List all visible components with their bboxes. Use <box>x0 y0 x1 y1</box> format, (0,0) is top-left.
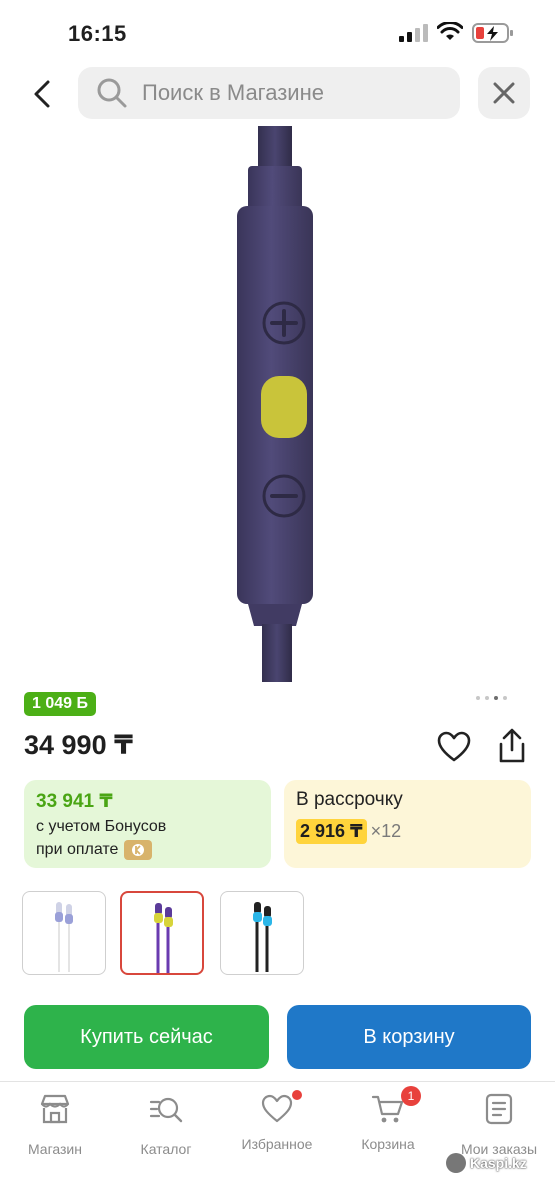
close-icon <box>493 82 515 104</box>
orders-icon <box>485 1093 513 1125</box>
tab-orders[interactable]: Мои заказы <box>444 1092 554 1157</box>
tab-label: Корзина <box>361 1136 415 1152</box>
buy-now-button[interactable]: Купить сейчас <box>24 1005 269 1069</box>
tab-label: Магазин <box>27 1141 82 1157</box>
variant-thumb-white[interactable] <box>22 891 106 975</box>
search-placeholder: Поиск в Магазине <box>142 80 324 105</box>
installment-row: 2 916 ₸ ×12 <box>296 819 519 844</box>
bonus-badge: 1 049 Б <box>24 692 96 716</box>
search-icon <box>97 78 127 108</box>
earphones-purple-image <box>154 903 173 973</box>
cart-count-badge: 1 <box>401 1086 421 1106</box>
battery-low-icon <box>472 23 513 43</box>
bonus-price-amount: 33 941 ₸ <box>36 791 113 812</box>
chevron-left-icon <box>34 80 50 108</box>
bottom-tab-bar: Магазин Каталог Избранное 1 Корзина Мои … <box>0 1081 555 1200</box>
bonus-price-line2: при оплате <box>36 841 119 858</box>
variant-thumb-purple[interactable] <box>120 891 204 975</box>
favorite-heart-icon[interactable] <box>437 730 471 764</box>
watermark-text: Kaspi.kz <box>470 1155 527 1171</box>
tab-cart[interactable]: 1 Корзина <box>333 1086 443 1152</box>
gallery-dot-active <box>494 696 498 700</box>
tab-store[interactable]: Магазин <box>0 1092 110 1157</box>
add-to-cart-button[interactable]: В корзину <box>287 1005 531 1069</box>
kaspi-logo-icon <box>124 840 153 860</box>
gallery-dot <box>476 696 480 700</box>
heart-icon <box>261 1094 293 1123</box>
tab-label: Каталог <box>140 1141 192 1157</box>
installment-title: В рассрочку <box>296 789 403 810</box>
installment-multiplier: ×12 <box>370 821 402 841</box>
close-button[interactable] <box>478 67 530 119</box>
search-input[interactable]: Поиск в Магазине <box>78 67 460 119</box>
bonus-price-line2-row: при оплате <box>36 840 259 860</box>
cart-icon-wrap: 1 <box>371 1086 421 1126</box>
share-icon[interactable] <box>495 728 529 764</box>
wifi-icon <box>437 22 463 40</box>
bonus-price-line1: с учетом Бонусов <box>36 818 167 835</box>
tab-catalog[interactable]: Каталог <box>111 1092 221 1157</box>
gallery-dot <box>503 696 507 700</box>
catalog-search-icon <box>149 1097 183 1123</box>
earphones-blue-image <box>253 902 272 972</box>
tab-favorites[interactable]: Избранное <box>222 1090 332 1152</box>
variant-thumb-blue[interactable] <box>220 891 304 975</box>
kaspi-watermark-logo-icon <box>446 1153 466 1173</box>
status-bar: 16:15 <box>0 0 555 62</box>
gallery-dots <box>476 696 507 700</box>
bonus-price-card[interactable]: 33 941 ₸ с учетом Бонусов при оплате <box>24 780 271 868</box>
product-image[interactable] <box>0 126 555 682</box>
installment-monthly: 2 916 ₸ <box>296 819 367 844</box>
earphones-white-image <box>55 902 73 972</box>
cart-icon <box>371 1095 404 1123</box>
cellular-signal-icon <box>399 24 428 42</box>
store-icon <box>40 1094 70 1124</box>
gallery-dot <box>485 696 489 700</box>
tab-label: Избранное <box>241 1136 313 1152</box>
watermark: Kaspi.kz <box>446 1153 527 1173</box>
back-button[interactable] <box>22 74 62 114</box>
favorites-notification-dot <box>292 1090 302 1100</box>
product-price: 34 990 ₸ <box>24 730 133 760</box>
installment-card[interactable]: В рассрочку 2 916 ₸ ×12 <box>284 780 531 868</box>
favorites-icon-wrap <box>260 1090 302 1126</box>
status-time: 16:15 <box>68 21 127 46</box>
